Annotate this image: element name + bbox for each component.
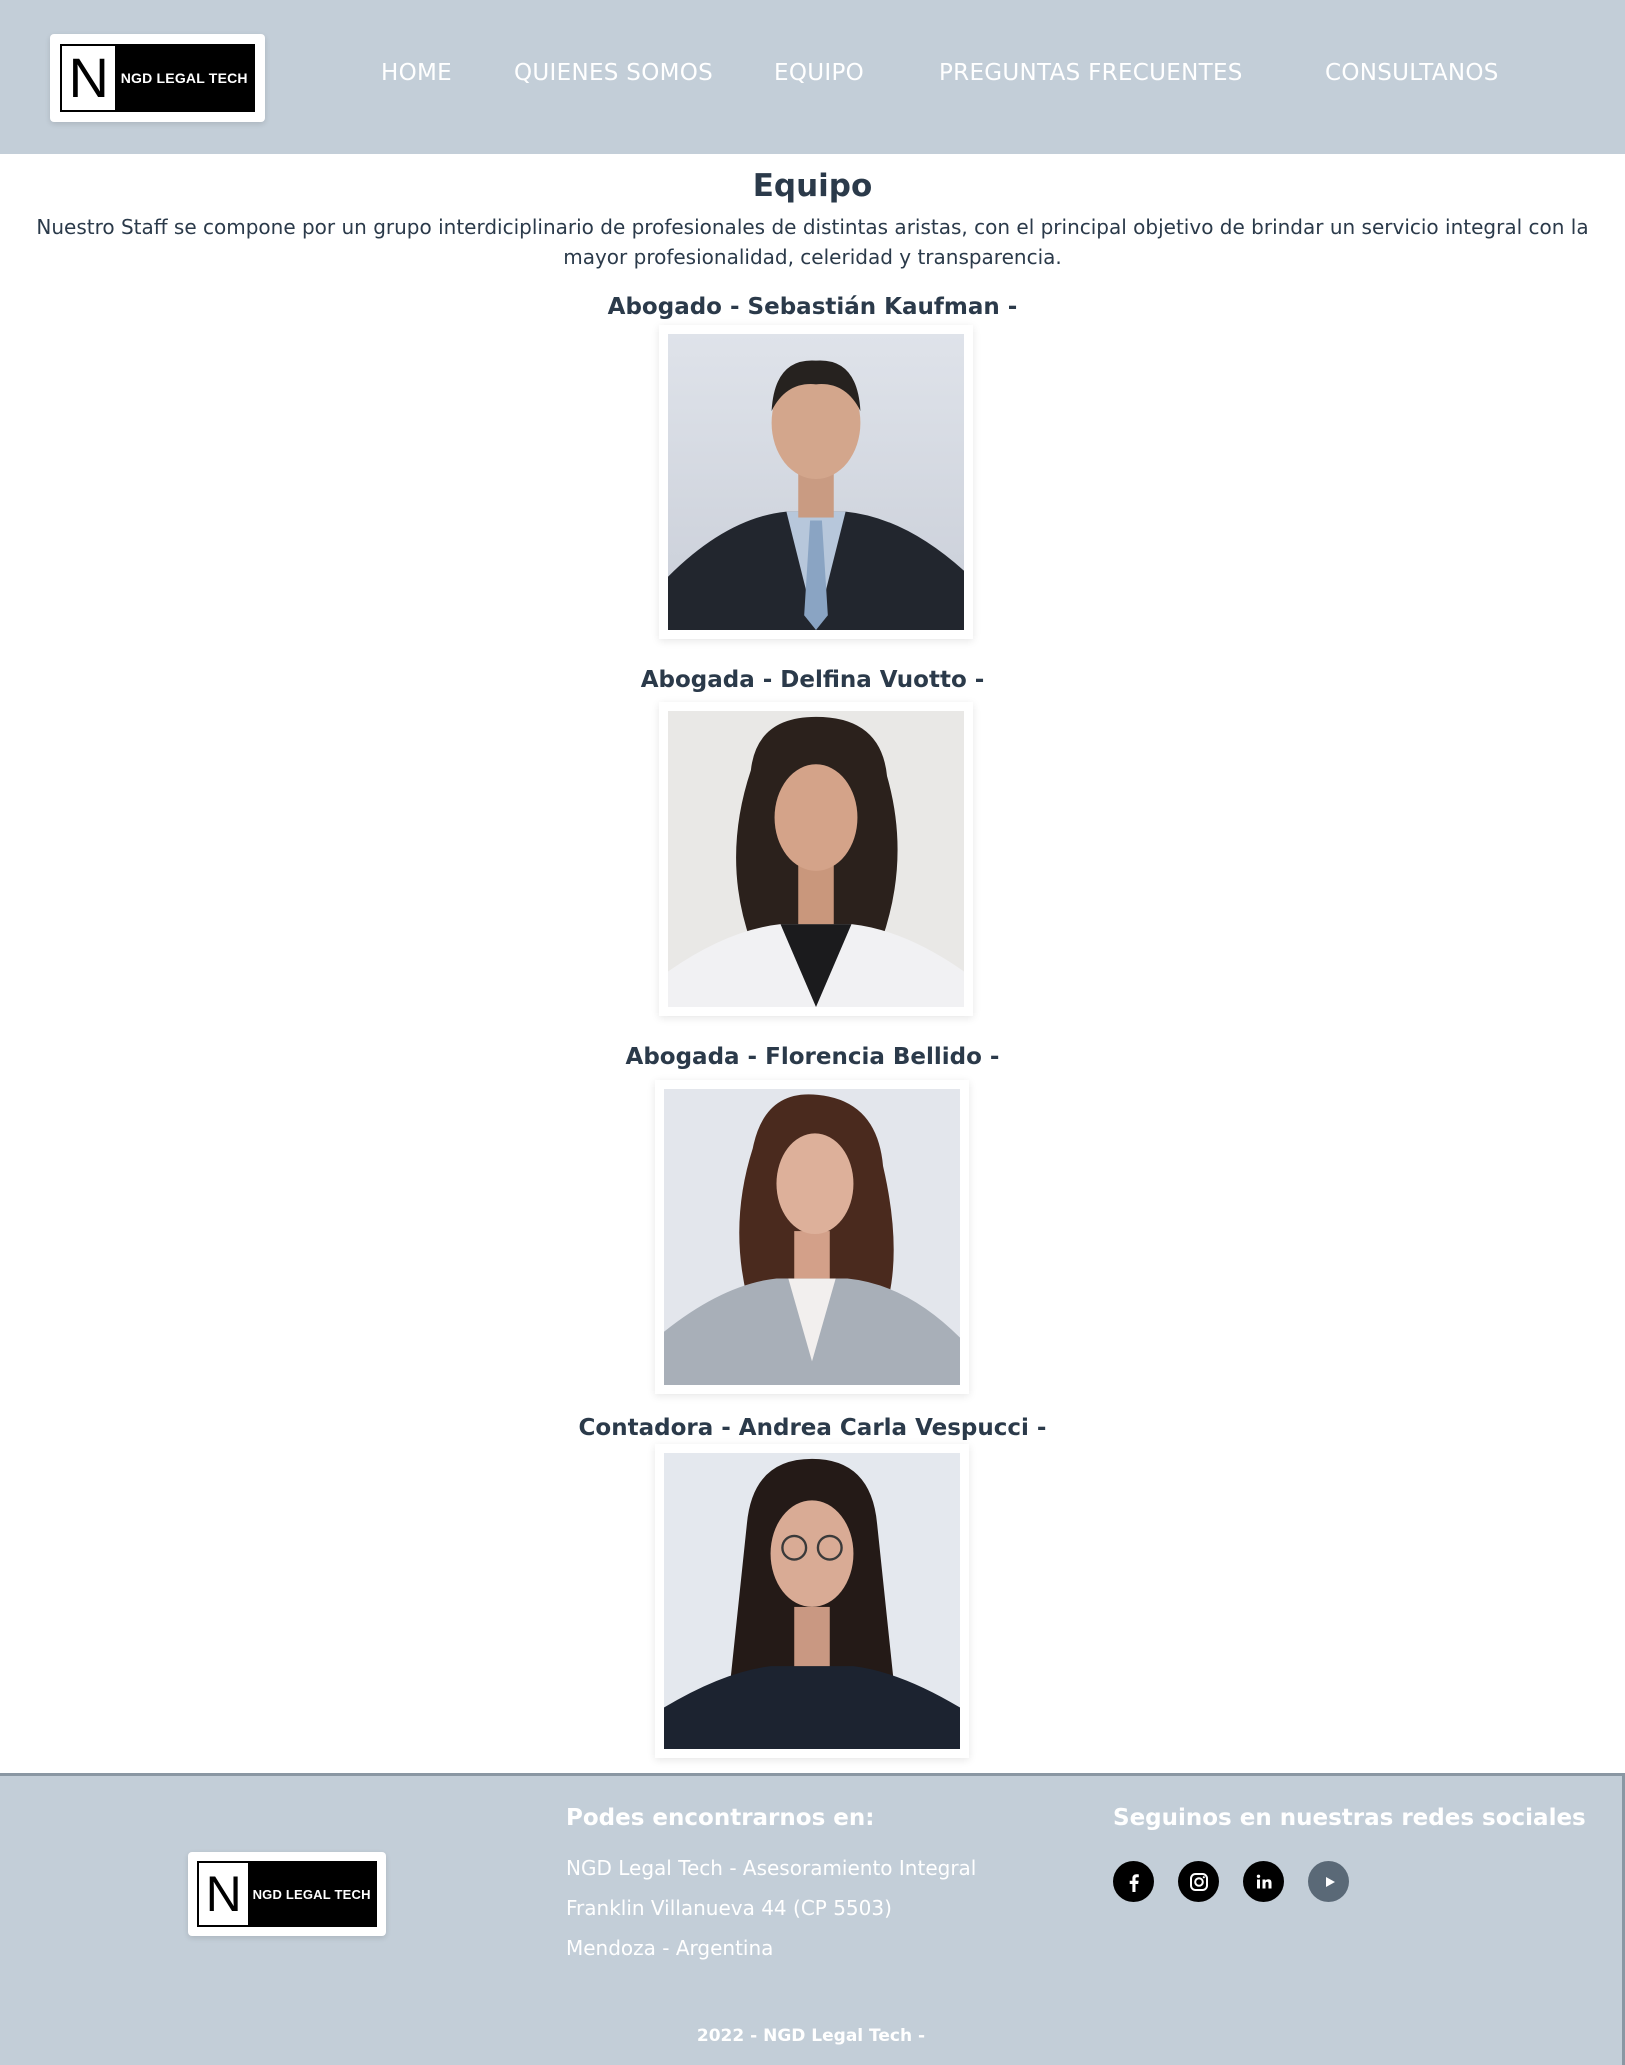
member-photo <box>664 1453 960 1749</box>
nav-consultanos[interactable]: CONSULTANOS <box>1325 60 1499 86</box>
address-line: NGD Legal Tech - Asesoramiento Integral <box>566 1856 977 1880</box>
site-header: N NGD LEGAL TECH HOME QUIENES SOMOS EQUI… <box>0 0 1625 154</box>
social-links <box>1113 1861 1349 1902</box>
address-line: Mendoza - Argentina <box>566 1936 774 1960</box>
team-member: Abogada - Florencia Bellido - <box>0 1044 1625 1070</box>
member-photo <box>668 711 964 1007</box>
team-member: Contadora - Andrea Carla Vespucci - <box>0 1415 1625 1441</box>
member-name: Contadora - Andrea Carla Vespucci - <box>578 1415 1047 1441</box>
nav-quienes-somos[interactable]: QUIENES SOMOS <box>514 60 713 86</box>
linkedin-icon[interactable] <box>1243 1861 1284 1902</box>
member-photo <box>668 334 964 630</box>
team-member: Abogada - Delfina Vuotto - <box>0 667 1625 693</box>
youtube-icon[interactable] <box>1308 1861 1349 1902</box>
member-photo-card <box>659 702 973 1016</box>
member-photo-card <box>655 1080 969 1394</box>
nav-preguntas-frecuentes[interactable]: PREGUNTAS FRECUENTES <box>939 60 1243 86</box>
intro-text: Nuestro Staff se compone por un grupo in… <box>36 215 1589 269</box>
member-photo-card <box>659 325 973 639</box>
member-name: Abogada - Florencia Bellido - <box>625 1044 1000 1070</box>
social-heading: Seguinos en nuestras redes sociales <box>1113 1805 1586 1831</box>
facebook-icon[interactable] <box>1113 1861 1154 1902</box>
logo-text: NGD LEGAL TECH <box>248 1863 375 1925</box>
member-name: Abogada - Delfina Vuotto - <box>640 667 985 693</box>
member-name: Abogado - Sebastián Kaufman - <box>607 294 1018 320</box>
location-heading: Podes encontrarnos en: <box>566 1805 875 1831</box>
site-footer: N NGD LEGAL TECH Podes encontrarnos en: … <box>0 1773 1625 2065</box>
member-photo <box>664 1089 960 1385</box>
logo-letter: N <box>199 1863 249 1925</box>
logo-mark: N NGD LEGAL TECH <box>197 1861 377 1927</box>
instagram-icon[interactable] <box>1178 1861 1219 1902</box>
nav-home[interactable]: HOME <box>381 60 452 86</box>
address-line: Franklin Villanueva 44 (CP 5503) <box>566 1896 892 1920</box>
team-member: Abogado - Sebastián Kaufman - <box>0 294 1625 320</box>
page-title: Equipo <box>752 168 873 204</box>
copyright: 2022 - NGD Legal Tech - <box>696 2026 926 2046</box>
main-nav: HOME QUIENES SOMOS EQUIPO PREGUNTAS FREC… <box>0 60 1625 96</box>
nav-equipo[interactable]: EQUIPO <box>774 60 864 86</box>
footer-logo[interactable]: N NGD LEGAL TECH <box>188 1852 386 1936</box>
member-photo-card <box>655 1444 969 1758</box>
